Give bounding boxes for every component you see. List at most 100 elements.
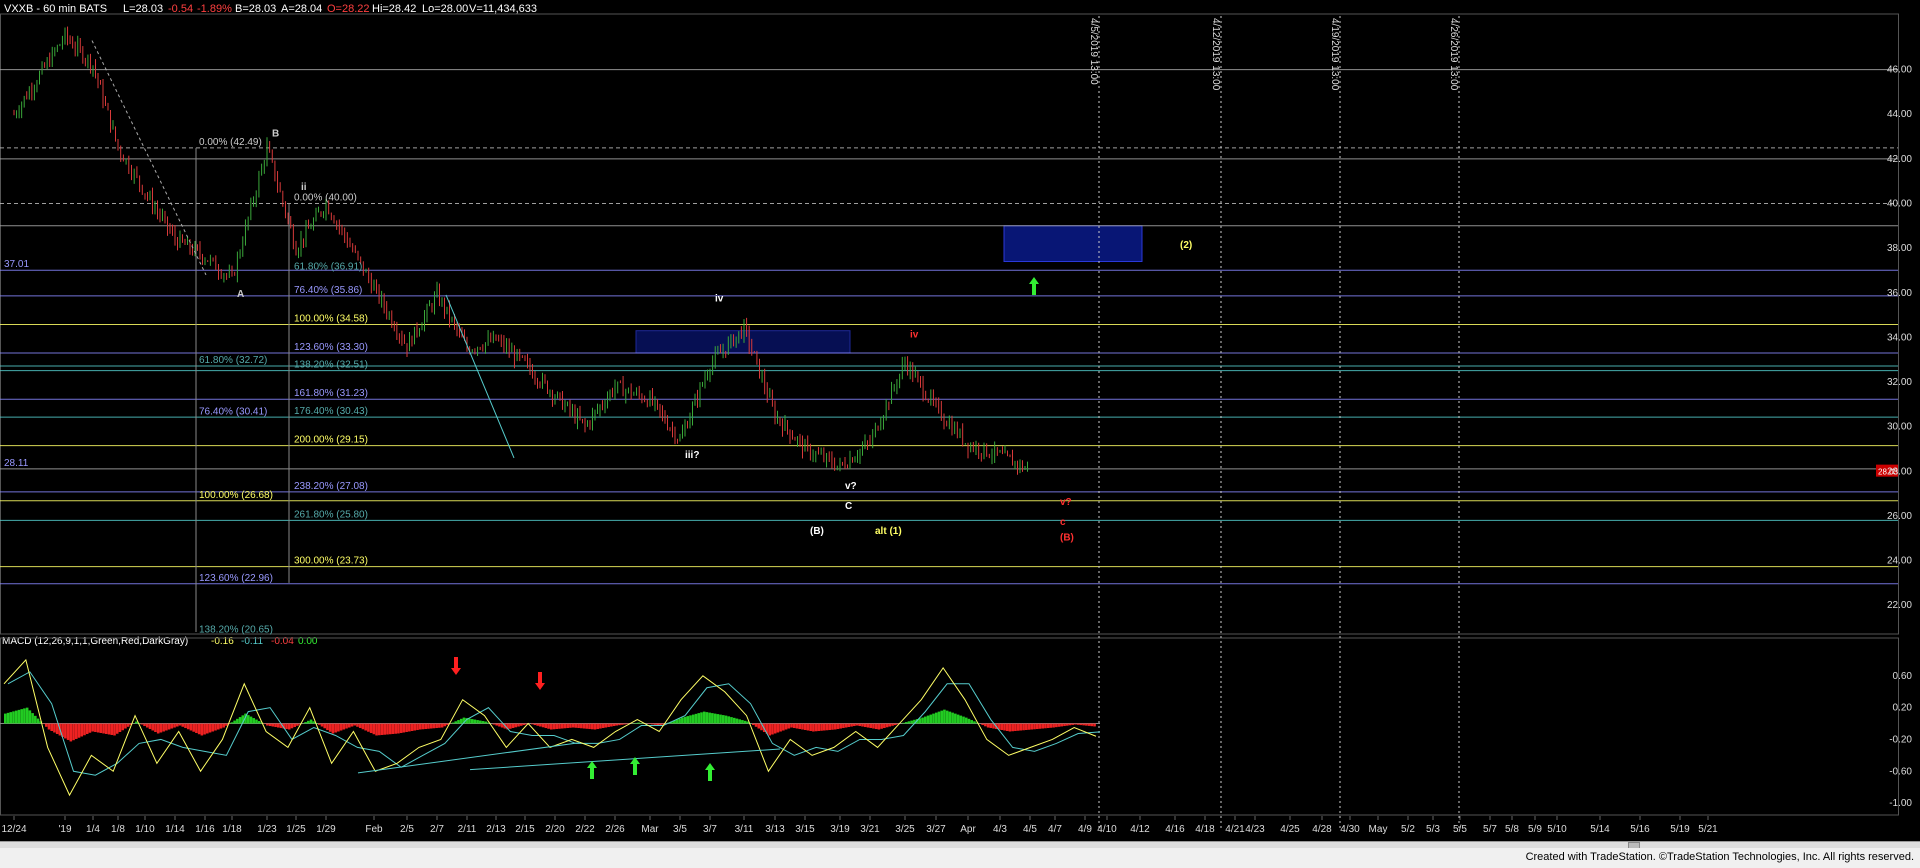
macd-histogram-bar <box>498 723 501 727</box>
macd-histogram-bar <box>309 719 313 724</box>
macd-histogram-bar <box>880 723 883 729</box>
macd-histogram-bar <box>623 723 627 725</box>
y-tick-label: 32.00 <box>1887 377 1912 388</box>
macd-histogram-bar <box>948 711 952 724</box>
y-tick-label: 24.00 <box>1887 556 1912 567</box>
x-tick-label: '19 <box>58 824 71 835</box>
fib-label: 0.00% (40.00) <box>294 192 357 203</box>
macd-histogram-bar <box>902 722 905 724</box>
macd-y-tick-label: -0.20 <box>1889 734 1912 745</box>
macd-histogram-bar <box>83 723 86 736</box>
macd-histogram-bar <box>511 723 515 729</box>
macd-histogram-bar <box>44 723 48 727</box>
macd-histogram-bar <box>618 723 621 726</box>
y-tick-label: 34.00 <box>1887 332 1912 343</box>
macd-histogram-bar <box>1052 723 1055 728</box>
macd-histogram-bar <box>470 719 474 724</box>
wave-label: (B) <box>810 526 824 537</box>
macd-histogram-bar <box>1003 723 1006 731</box>
macd-histogram-bar <box>238 717 242 724</box>
macd-histogram-bar <box>459 718 463 724</box>
macd-histogram-bar <box>831 723 834 730</box>
y-tick-label: 26.00 <box>1887 511 1912 522</box>
level-label: 37.01 <box>4 259 29 270</box>
x-tick-label: 4/28 <box>1312 824 1332 835</box>
x-tick-label: 5/8 <box>1505 824 1519 835</box>
x-tick-label: 1/4 <box>86 824 100 835</box>
macd-y-tick-label: -1.00 <box>1889 798 1912 809</box>
macd-histogram-bar <box>1079 723 1083 726</box>
x-tick-label: 3/27 <box>926 824 946 835</box>
macd-histogram-bar <box>184 723 187 729</box>
macd-histogram-bar <box>700 712 703 724</box>
macd-histogram-bar <box>577 723 580 729</box>
x-tick-label: 4/12 <box>1130 824 1150 835</box>
wave-label: v? <box>845 481 857 492</box>
macd-histogram-bar <box>1038 723 1042 729</box>
macd-histogram-bar <box>36 718 40 724</box>
macd-histogram-bar <box>926 715 930 724</box>
macd-histogram-bar <box>203 723 206 735</box>
fib-label: 300.00% (23.73) <box>294 556 368 567</box>
x-tick-label: 4/5 <box>1023 824 1037 835</box>
macd-histogram-bar <box>331 723 335 734</box>
macd-histogram-bar <box>1035 723 1039 730</box>
macd-histogram-bar <box>296 723 299 726</box>
macd-histogram-bar <box>956 714 960 724</box>
macd-histogram-bar <box>246 715 250 724</box>
x-tick-label: May <box>1369 824 1388 835</box>
macd-histogram-bar <box>399 723 403 733</box>
macd-histogram-bar <box>970 720 974 724</box>
x-tick-label: 3/25 <box>895 824 915 835</box>
macd-histogram-bar <box>1016 723 1020 731</box>
macd-histogram-bar <box>323 723 327 729</box>
macd-histogram-bar <box>615 723 619 726</box>
x-tick-label: 2/5 <box>400 824 414 835</box>
y-tick-label: 36.00 <box>1887 288 1912 299</box>
macd-histogram-bar <box>148 723 152 730</box>
macd-histogram-bar <box>858 723 862 727</box>
macd-histogram-bar <box>31 713 34 724</box>
macd-histogram-bar <box>427 723 430 729</box>
macd-histogram-bar <box>17 709 21 724</box>
macd-histogram-bar <box>954 713 957 724</box>
macd-histogram-bar <box>847 723 851 728</box>
x-tick-label: 5/16 <box>1630 824 1650 835</box>
macd-histogram-bar <box>817 723 821 732</box>
macd-histogram-bar <box>397 723 400 734</box>
macd-histogram-bar <box>418 723 422 730</box>
macd-histogram-bar <box>539 723 542 727</box>
macd-histogram-bar <box>358 723 362 729</box>
macd-histogram-bar <box>705 712 709 724</box>
macd-histogram-bar <box>937 711 941 724</box>
macd-histogram-bar <box>99 723 103 733</box>
macd-histogram-bar <box>929 714 933 724</box>
macd-histogram-bar <box>25 707 29 724</box>
macd-histogram-bar <box>55 723 59 734</box>
macd-histogram-bar <box>833 723 837 730</box>
macd-histogram-bar <box>408 723 411 732</box>
macd-histogram-bar <box>866 723 870 728</box>
x-tick-label: 5/7 <box>1483 824 1497 835</box>
macd-histogram-bar <box>69 723 73 742</box>
macd-histogram-bar <box>167 723 171 730</box>
macd-histogram-bar <box>986 723 990 728</box>
macd-histogram-bar <box>4 713 7 724</box>
macd-histogram-bar <box>454 721 458 724</box>
x-tick-label: 3/15 <box>795 824 815 835</box>
macd-histogram-bar <box>850 723 853 727</box>
macd-histogram-bar <box>792 723 796 729</box>
macd-histogram-bar <box>105 723 108 734</box>
macd-histogram-bar <box>386 723 389 735</box>
x-tick-label: 1/8 <box>111 824 125 835</box>
macd-histogram-bar <box>719 714 722 724</box>
price-change: -0.54 <box>168 3 193 15</box>
x-tick-label: 2/7 <box>430 824 444 835</box>
macd-histogram-bar <box>317 723 321 725</box>
macd-histogram-bar <box>599 723 602 729</box>
macd-histogram-bar <box>743 720 747 724</box>
macd-histogram-bar <box>1085 723 1088 726</box>
macd-histogram-bar <box>173 723 176 728</box>
wave-label: (B) <box>1060 532 1074 543</box>
volume: V=11,434,633 <box>469 3 537 15</box>
